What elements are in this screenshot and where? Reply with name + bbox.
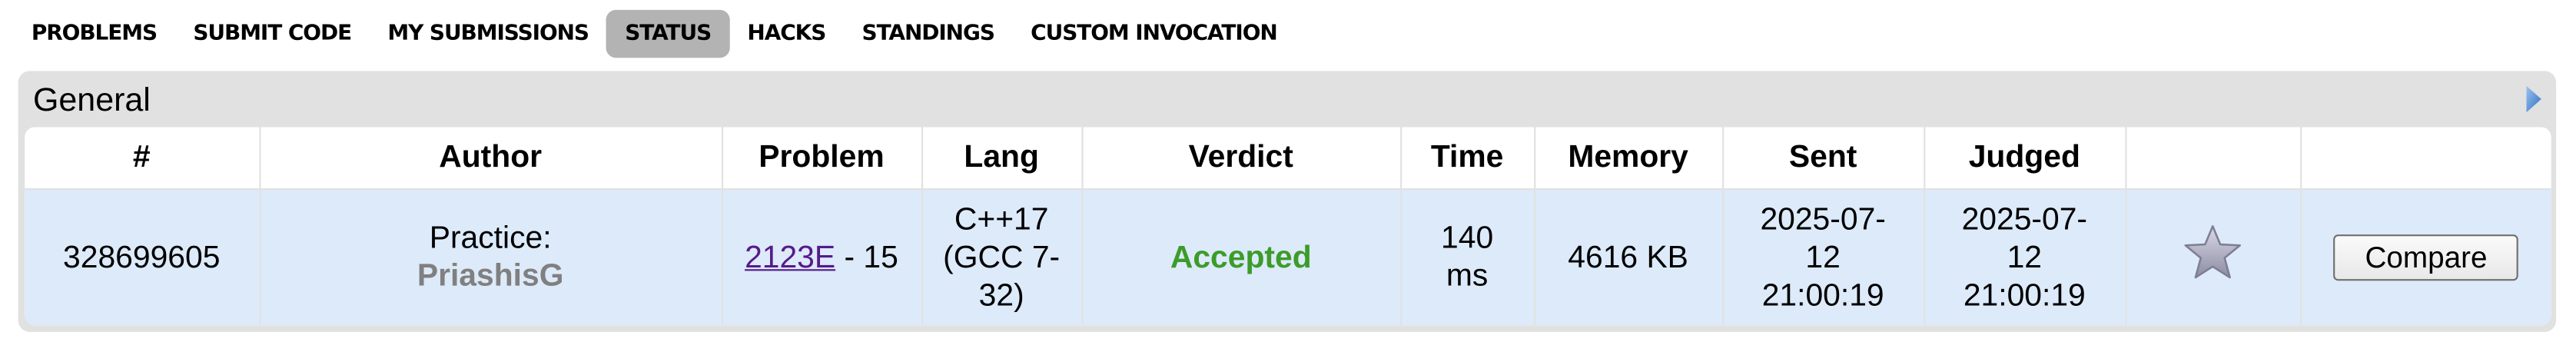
right-triangle-icon[interactable] [2525, 85, 2543, 122]
verdict-status: Accepted [1170, 240, 1312, 275]
star-icon[interactable] [2183, 224, 2242, 291]
col-lang: Lang [921, 127, 1083, 191]
nav-my-submissions[interactable]: MY SUBMISSIONS [370, 10, 607, 58]
memory-cell: 4616 KB [1534, 189, 1724, 326]
col-judged: Judged [1924, 127, 2126, 191]
judged-cell: 2025-07- 12 21:00:19 [1924, 189, 2126, 326]
author-handle[interactable]: PriashisG [267, 257, 714, 295]
submissions-table: # Author Problem Lang Verdict Time Memor… [25, 127, 2551, 326]
col-author: Author [259, 127, 723, 191]
favorite-cell [2125, 189, 2302, 326]
judged-line-1: 2025-07- [1961, 202, 2088, 237]
table-header-row: # Author Problem Lang Verdict Time Memor… [25, 127, 2551, 191]
nav-hacks[interactable]: HACKS [729, 10, 844, 58]
time-cell: 140 ms [1400, 189, 1535, 326]
sent-line-3: 21:00:19 [1761, 278, 1884, 314]
judged-line-2: 12 [2007, 240, 2043, 275]
problem-points: - 15 [835, 240, 898, 275]
time-value: 140 [1441, 221, 1494, 257]
table-row: 328699605 Practice: PriashisG 2123E - 15… [25, 189, 2551, 326]
sent-cell: 2025-07- 12 21:00:19 [1722, 189, 1925, 326]
col-id: # [25, 127, 261, 191]
lang-line-2: (GCC 7- [943, 240, 1061, 275]
col-sent: Sent [1722, 127, 1925, 191]
col-compare [2300, 127, 2551, 191]
author-prefix: Practice: [429, 221, 552, 257]
nav-submit-code[interactable]: SUBMIT CODE [175, 10, 370, 58]
verdict-cell: Accepted [1081, 189, 1402, 326]
compare-button[interactable]: Compare [2333, 234, 2519, 281]
col-verdict: Verdict [1081, 127, 1402, 191]
judged-line-3: 21:00:19 [1963, 278, 2086, 314]
top-nav: PROBLEMS SUBMIT CODE MY SUBMISSIONS STAT… [13, 9, 1296, 58]
problem-cell: 2123E - 15 [721, 189, 923, 326]
sent-line-2: 12 [1805, 240, 1841, 275]
lang-cell: C++17 (GCC 7- 32) [921, 189, 1083, 326]
time-unit: ms [1446, 259, 1489, 294]
col-time: Time [1400, 127, 1535, 191]
col-favorite [2125, 127, 2302, 191]
col-problem: Problem [721, 127, 923, 191]
col-memory: Memory [1534, 127, 1724, 191]
nav-standings[interactable]: STANDINGS [844, 10, 1013, 58]
panel-title: General [32, 82, 151, 119]
nav-custom-invocation[interactable]: CUSTOM INVOCATION [1013, 10, 1296, 58]
status-panel: General # Author Problem Lang Verdict Ti… [18, 71, 2557, 332]
lang-line-3: 32) [978, 278, 1024, 314]
lang-line-1: C++17 [954, 202, 1049, 237]
page: PROBLEMS SUBMIT CODE MY SUBMISSIONS STAT… [0, 0, 2576, 352]
author-cell: Practice: PriashisG [259, 189, 723, 326]
problem-link[interactable]: 2123E [745, 241, 835, 275]
compare-cell: Compare [2300, 189, 2551, 326]
nav-problems[interactable]: PROBLEMS [13, 10, 175, 58]
submission-id[interactable]: 328699605 [25, 189, 261, 326]
nav-status[interactable]: STATUS [606, 9, 729, 58]
sent-line-1: 2025-07- [1760, 202, 1886, 237]
